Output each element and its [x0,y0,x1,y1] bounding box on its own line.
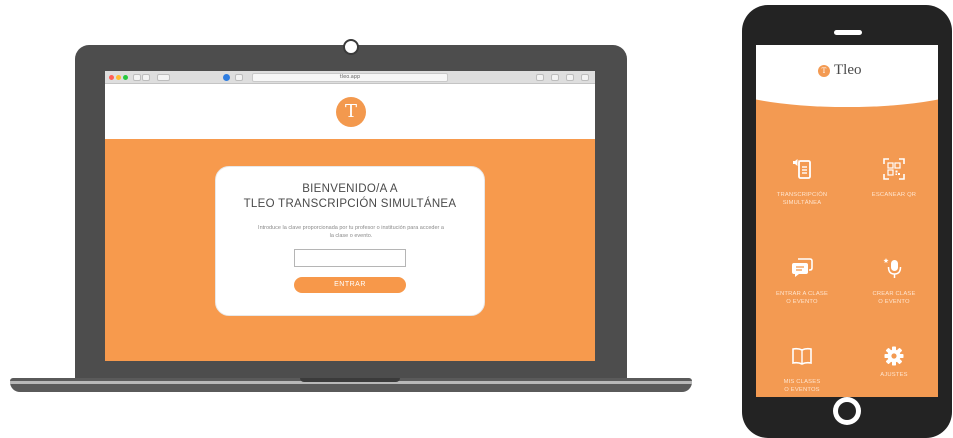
laptop: tleo.app T BIENVENIDO/A A TLEO TRANSCRIP… [75,39,627,383]
tile-scan-qr-label: ESCANEAR QR [871,192,917,198]
card-description: Introduce la clave proporcionada por tu … [258,225,444,239]
tile-my-classes[interactable]: MIS CLASES O EVENTOS [767,345,837,394]
qr-scan-icon [883,158,905,180]
laptop-screen: tleo.app T BIENVENIDO/A A TLEO TRANSCRIP… [105,71,595,361]
tile-transcription-label: TRANSCRIPCIÓN SIMULTÁNEA [776,192,828,206]
tile-my-classes-label: MIS CLASES O EVENTOS [783,379,821,393]
tile-settings[interactable]: AJUSTES [859,345,929,380]
minimize-window-button[interactable] [116,75,121,80]
login-card: BIENVENIDO/A A TLEO TRANSCRIPCIÓN SIMULT… [215,166,485,316]
app-name: Tleo [834,62,862,78]
microphone-icon [883,258,902,278]
forward-button[interactable] [142,74,150,81]
compass-icon[interactable] [223,74,230,81]
tile-settings-label: AJUSTES [880,372,908,378]
home-button[interactable] [833,397,861,425]
tile-join-class[interactable]: ENTRAR A CLASE O EVENTO [767,257,837,306]
laptop-base-notch [300,378,400,382]
tile-join-class-label: ENTRAR A CLASE O EVENTO [775,291,829,305]
enter-button[interactable]: ENTRAR [294,277,406,293]
transcription-icon [793,159,811,179]
share-button[interactable] [551,74,559,81]
back-button[interactable] [133,74,141,81]
chat-icon [792,258,813,277]
tabs-button[interactable] [566,74,574,81]
phone-screen: T Tleo TRANSCRIPCIÓN SIMULTÁNEA ESCANEAR… [756,45,938,397]
tleo-logo: T [336,97,366,127]
url-text: tleo.app [339,74,361,80]
phone-speaker [834,30,862,35]
tile-create-class[interactable]: CREAR CLASE O EVENTO [859,257,929,306]
tile-transcription[interactable]: TRANSCRIPCIÓN SIMULTÁNEA [767,158,837,207]
download-button[interactable] [536,74,544,81]
new-tab-button[interactable] [581,74,589,81]
site-body: BIENVENIDO/A A TLEO TRANSCRIPCIÓN SIMULT… [105,139,595,361]
close-window-button[interactable] [109,75,114,80]
app-logo-icon: T [818,65,830,77]
class-code-input[interactable] [294,249,406,267]
address-bar[interactable]: tleo.app [252,73,448,82]
card-title-line1: BIENVENIDO/A A [302,183,398,195]
privacy-button[interactable] [235,74,243,81]
tile-scan-qr[interactable]: ESCANEAR QR [859,158,929,200]
gear-icon [884,346,904,366]
sidebar-button[interactable] [157,74,170,81]
laptop-base [10,378,692,392]
site-header: T [105,84,595,139]
webcam [343,39,359,55]
card-title: BIENVENIDO/A A TLEO TRANSCRIPCIÓN SIMULT… [216,182,484,212]
book-icon [792,347,812,365]
maximize-window-button[interactable] [123,75,128,80]
tile-create-class-label: CREAR CLASE O EVENTO [872,291,916,305]
card-title-line2: TLEO TRANSCRIPCIÓN SIMULTÁNEA [243,198,457,210]
browser-toolbar: tleo.app [105,71,595,84]
app-header: T Tleo [756,45,938,107]
phone: T Tleo TRANSCRIPCIÓN SIMULTÁNEA ESCANEAR… [742,5,952,438]
